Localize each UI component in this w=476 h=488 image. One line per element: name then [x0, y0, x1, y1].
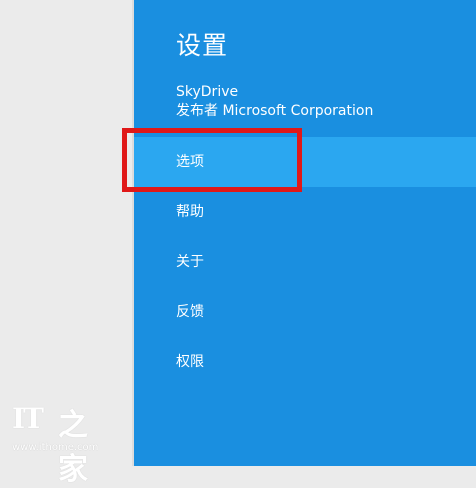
menu-item-feedback[interactable]: 反馈 — [134, 287, 476, 337]
menu-item-permissions[interactable]: 权限 — [134, 337, 476, 387]
app-name: SkyDrive — [176, 84, 239, 100]
panel-title: 设置 — [176, 31, 229, 60]
watermark: IT 之家 www.ithome.com — [6, 400, 116, 487]
menu-item-label: 关于 — [176, 254, 204, 270]
watermark-url: www.ithome.com — [12, 442, 99, 453]
menu-item-label: 权限 — [176, 354, 204, 370]
menu-item-about[interactable]: 关于 — [134, 237, 476, 287]
menu-item-label: 反馈 — [176, 304, 204, 320]
settings-charm-panel: 设置 SkyDrive 发布者 Microsoft Corporation 选项… — [134, 0, 476, 466]
menu-item-label: 帮助 — [176, 204, 204, 220]
watermark-logo: IT — [12, 402, 44, 435]
menu-item-label: 选项 — [176, 154, 204, 170]
publisher-text: 发布者 Microsoft Corporation — [176, 103, 374, 119]
menu-item-help[interactable]: 帮助 — [134, 187, 476, 237]
desktop-background — [0, 0, 134, 466]
menu-item-options[interactable]: 选项 — [134, 137, 476, 187]
